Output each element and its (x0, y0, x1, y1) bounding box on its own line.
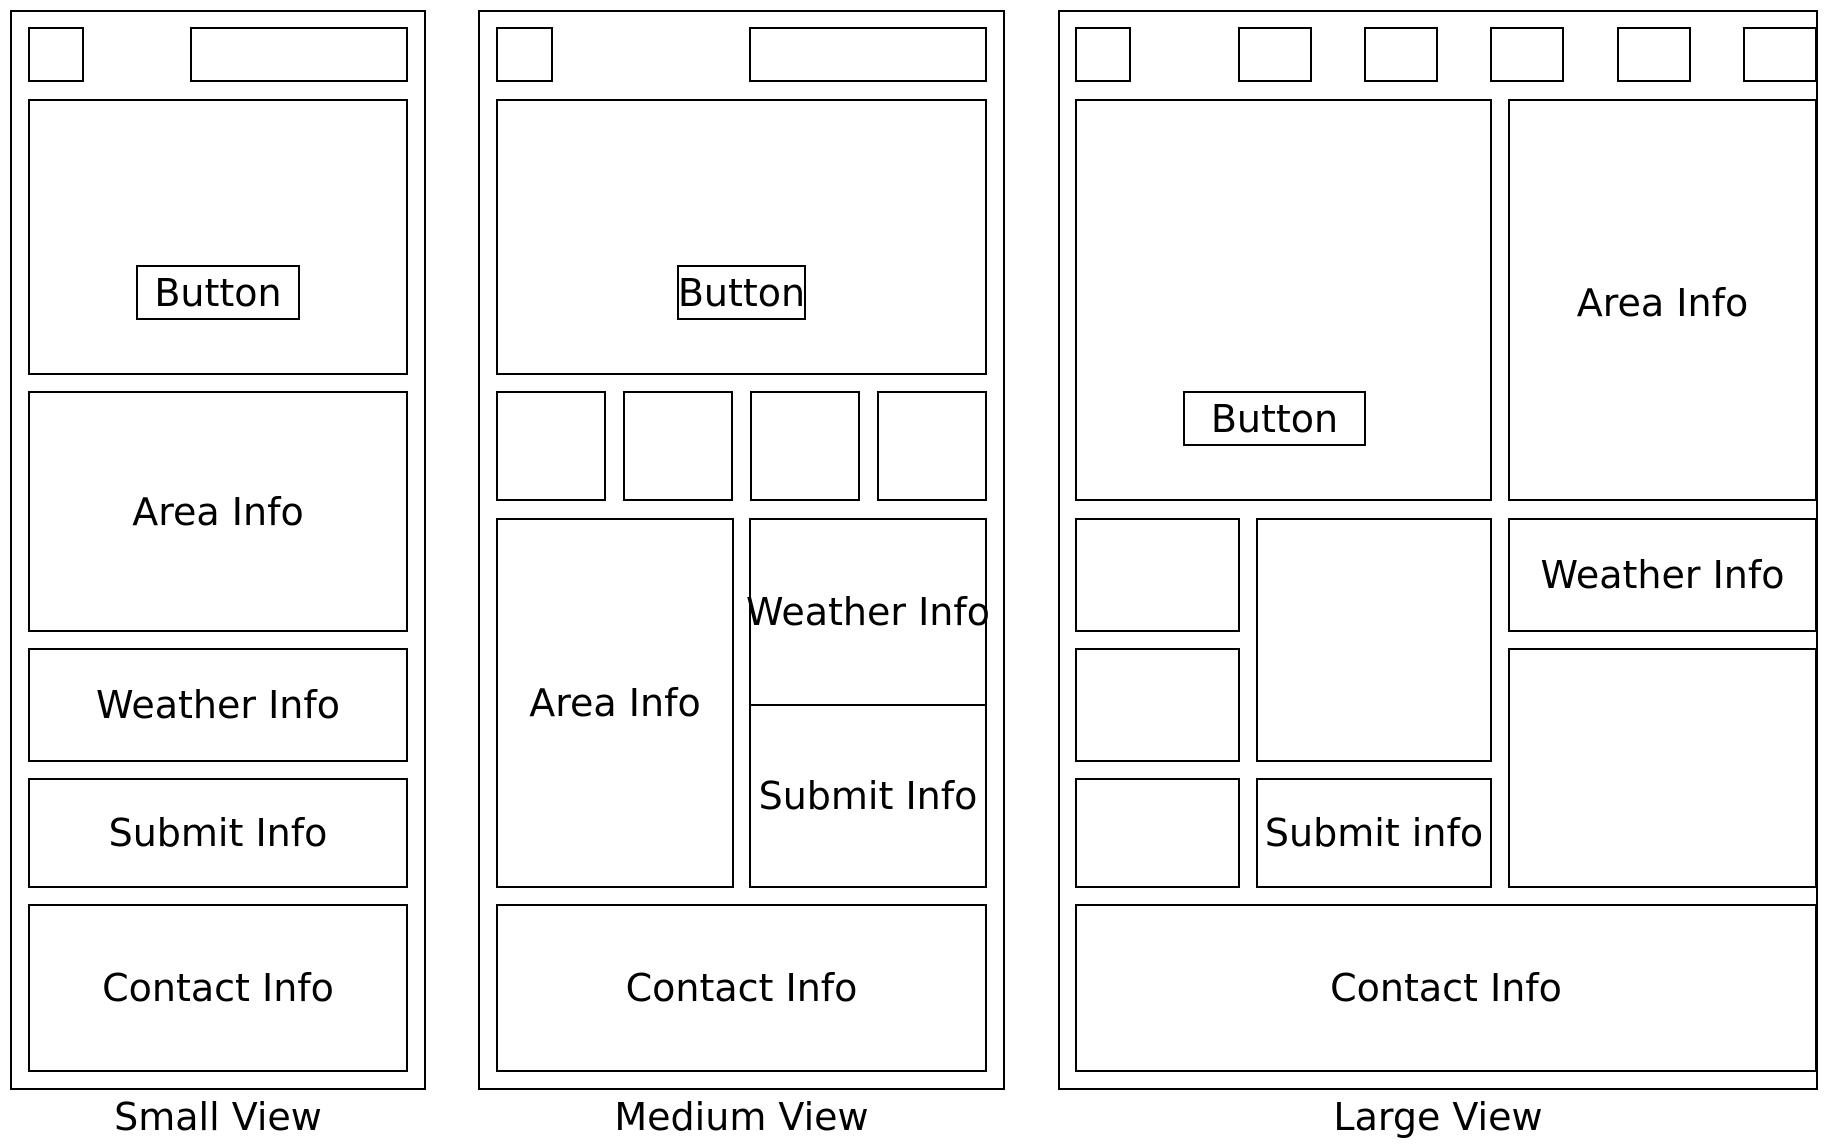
small-button-label: Button (154, 270, 282, 315)
large-tile-tall (1256, 518, 1492, 762)
small-nav-placeholder (190, 27, 408, 82)
medium-contact-info-label: Contact Info (625, 966, 858, 1010)
large-tile-3 (1075, 778, 1240, 888)
large-nav-item-4 (1617, 27, 1691, 82)
large-view-caption: Large View (1333, 1095, 1543, 1139)
large-submit-info-label: Submit info (1264, 811, 1484, 855)
large-submit-info: Submit info (1256, 778, 1492, 888)
medium-area-info: Area Info (496, 518, 734, 888)
small-weather-info: Weather Info (28, 648, 408, 762)
small-submit-info-label: Submit Info (108, 811, 328, 855)
medium-button-label: Button (677, 270, 806, 315)
small-logo-placeholder (28, 27, 84, 82)
large-logo-placeholder (1075, 27, 1131, 82)
small-area-info: Area Info (28, 391, 408, 632)
large-button-label: Button (1210, 396, 1339, 441)
large-button[interactable]: Button (1183, 391, 1366, 446)
medium-view-caption: Medium View (614, 1095, 869, 1139)
medium-tile-4 (877, 391, 987, 501)
medium-nav-placeholder (749, 27, 987, 82)
medium-tile-2 (623, 391, 733, 501)
small-weather-info-label: Weather Info (96, 683, 340, 727)
small-contact-info: Contact Info (28, 904, 408, 1072)
large-weather-info: Weather Info (1508, 518, 1817, 632)
medium-submit-info-label: Submit Info (758, 774, 978, 818)
large-contact-info-label: Contact Info (1330, 966, 1562, 1010)
medium-tile-1 (496, 391, 606, 501)
small-view-caption: Small View (114, 1095, 322, 1139)
medium-logo-placeholder (496, 27, 553, 82)
large-tile-side (1508, 648, 1817, 888)
medium-area-info-label: Area Info (529, 681, 701, 725)
large-nav-item-2 (1364, 27, 1438, 82)
large-tile-2 (1075, 648, 1240, 762)
medium-submit-info: Submit Info (749, 704, 987, 888)
small-area-info-label: Area Info (132, 489, 304, 534)
large-nav-item-3 (1490, 27, 1564, 82)
large-contact-info: Contact Info (1075, 904, 1817, 1072)
medium-weather-info-label: Weather Info (746, 590, 990, 634)
medium-hero-panel (496, 99, 987, 375)
small-submit-info: Submit Info (28, 778, 408, 888)
small-hero-panel (28, 99, 408, 375)
large-nav-item-5 (1743, 27, 1817, 82)
large-area-info: Area Info (1508, 99, 1817, 501)
medium-contact-info: Contact Info (496, 904, 987, 1072)
large-tile-1 (1075, 518, 1240, 632)
large-weather-info-label: Weather Info (1540, 553, 1785, 597)
small-contact-info-label: Contact Info (102, 966, 334, 1010)
medium-tile-3 (750, 391, 860, 501)
small-button[interactable]: Button (136, 265, 300, 320)
medium-weather-info: Weather Info (746, 518, 990, 706)
medium-button[interactable]: Button (677, 265, 806, 320)
large-area-info-label: Area Info (1576, 281, 1749, 325)
large-nav-item-1 (1238, 27, 1312, 82)
